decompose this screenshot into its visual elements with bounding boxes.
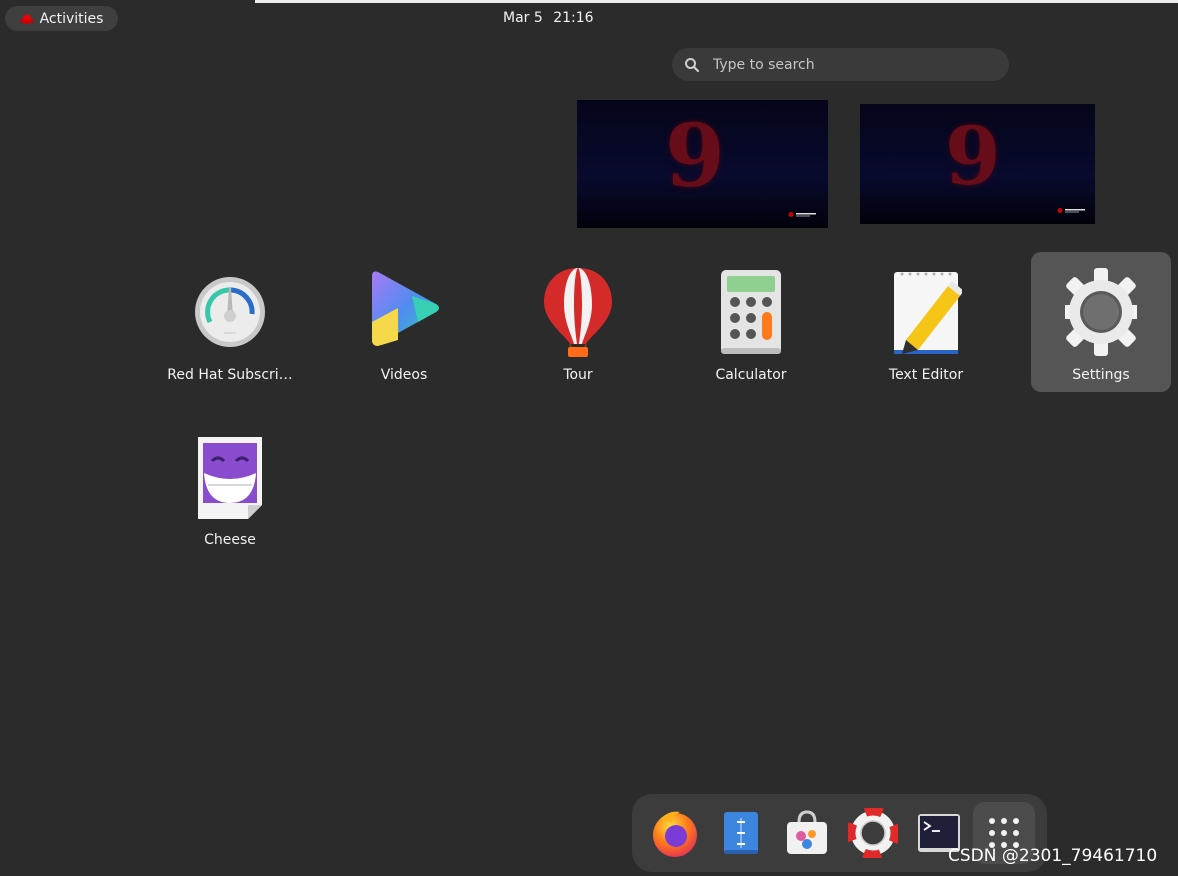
app-calculator[interactable]: Calculator: [681, 252, 821, 392]
search-icon: [685, 57, 700, 72]
balloon-icon: [544, 268, 612, 357]
app-videos[interactable]: Videos: [334, 252, 474, 392]
top-bar: Activities Mar 5 21:16: [0, 3, 1178, 33]
gear-icon: [1065, 268, 1137, 356]
search-entry[interactable]: Type to search: [672, 48, 1009, 81]
app-label: Red Hat Subscri…: [167, 367, 293, 383]
watermark: CSDN @2301_79461710: [948, 846, 1158, 866]
workspace-wallpaper-logo: 9: [665, 106, 725, 207]
workspace-wallpaper-logo: 9: [945, 109, 1001, 203]
app-label: Calculator: [715, 367, 787, 383]
firefox-icon[interactable]: [650, 808, 700, 858]
app-label: Cheese: [204, 532, 256, 548]
app-label: Text Editor: [888, 367, 964, 383]
app-text-editor[interactable]: Text Editor: [856, 252, 996, 392]
clock-date: Mar 5: [503, 10, 543, 26]
app-settings[interactable]: Settings: [1031, 252, 1171, 392]
redhat-badge-icon: [788, 212, 816, 217]
help-icon[interactable]: [848, 808, 898, 858]
app-cheese[interactable]: Cheese: [160, 417, 300, 557]
workspace-thumbnail-1[interactable]: 9: [577, 100, 828, 228]
play-icon: [372, 271, 439, 346]
app-label: Tour: [563, 367, 593, 383]
show-apps-icon: [989, 818, 1019, 848]
calculator-icon: [721, 270, 781, 354]
gauge-icon: [195, 277, 265, 347]
software-icon[interactable]: [782, 808, 832, 858]
redhat-badge-icon: [1057, 208, 1085, 213]
notepad-pencil-icon: [894, 272, 962, 354]
cheese-face-icon: [198, 437, 262, 519]
clock[interactable]: Mar 5 21:16: [0, 10, 1178, 26]
files-icon[interactable]: [716, 808, 766, 858]
app-label: Settings: [1072, 367, 1130, 383]
workspace-thumbnail-2[interactable]: 9: [860, 104, 1095, 224]
search-placeholder: Type to search: [713, 56, 815, 73]
clock-time: 21:16: [553, 10, 594, 26]
app-tour[interactable]: Tour: [508, 252, 648, 392]
app-label: Videos: [380, 367, 428, 383]
app-red-hat-subscription[interactable]: Red Hat Subscri…: [160, 252, 300, 392]
